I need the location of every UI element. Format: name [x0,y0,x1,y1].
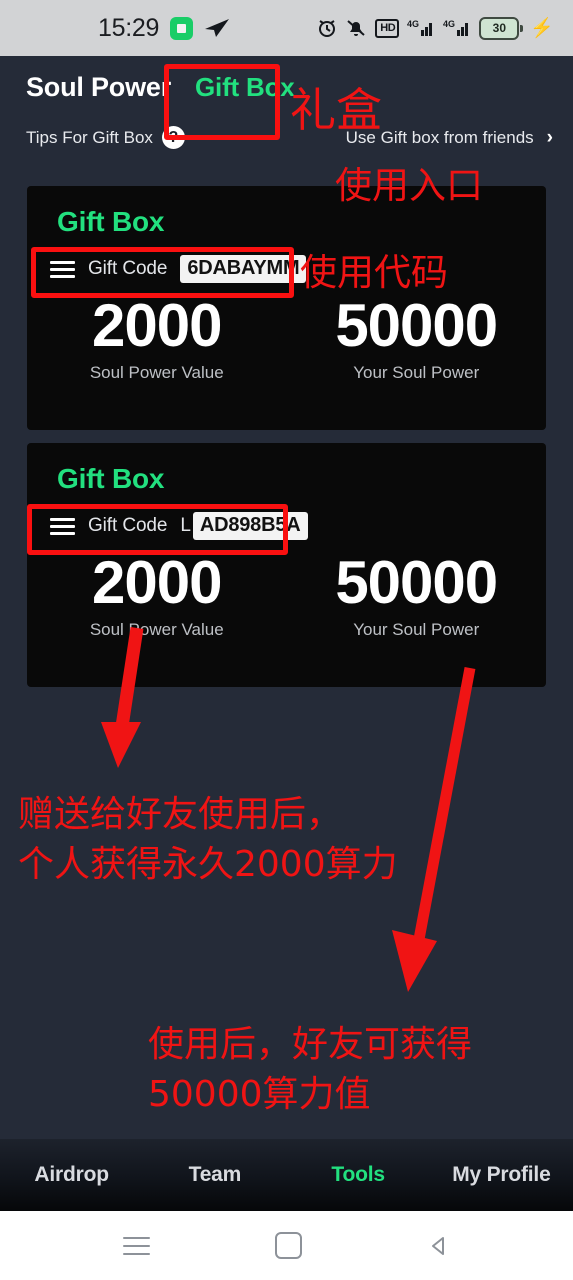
nav-item-team[interactable]: Team [143,1163,286,1187]
bell-muted-icon [345,18,367,38]
stat-label: Soul Power Value [89,363,224,382]
battery-level: 30 [492,21,506,35]
svg-text:4G: 4G [407,19,419,29]
app-header: Soul Power Gift Box Tips For Gift Box ? … [0,56,573,171]
annotation-arrow-right [392,666,476,992]
hd-label: HD [380,21,396,34]
page-title: Soul Power [26,72,172,102]
hd-icon: HD [375,18,400,38]
annotation-box-gift-box-tab [164,64,280,140]
annotation-note-left-line1: 赠送给好友使用后， [18,794,343,835]
annotation-note-right-line1: 使用后，好友可获得 [148,1024,473,1065]
status-bar: 15:29 HD 4G 4G 30 ⚡ [0,0,573,56]
card-stats: 2000 Soul Power Value 50000 Your Soul Po… [27,294,546,383]
gift-box-card[interactable]: Gift Box Gift Code 6DABAYMM 2000 Soul Po… [27,186,546,430]
card-title: Gift Box [57,206,165,237]
tips-for-gift-box[interactable]: Tips For Gift Box ? [26,126,185,149]
stat-your-soul-power: 50000 Your Soul Power [287,294,547,383]
annotation-box-gift-code-1 [31,247,294,298]
status-bar-right: HD 4G 4G 30 ⚡ [317,16,554,40]
annotation-note-right: 使用后，好友可获得 50000算力值 [148,1020,472,1119]
status-bar-left: 15:29 [98,14,230,43]
signal-4g-icon: 4G [407,18,435,38]
alarm-icon [317,18,337,38]
nav-item-tools[interactable]: Tools [287,1163,430,1187]
signal-4g-icon-2: 4G [443,18,471,38]
nav-item-my-profile[interactable]: My Profile [430,1163,573,1187]
stat-label: Soul Power Value [89,620,224,639]
stat-value: 50000 [335,292,498,359]
home-icon[interactable] [274,1232,302,1259]
stat-value: 2000 [92,549,222,616]
annotation-entry-label: 使用入口 [335,164,483,207]
annotation-use-code-label: 使用代码 [300,251,448,294]
stat-value: 50000 [335,549,498,616]
svg-text:4G: 4G [443,19,455,29]
gift-box-card[interactable]: Gift Box Gift Code L AD898B5A 2000 Soul … [27,443,546,687]
annotation-box-gift-code-2 [27,504,288,555]
bottom-nav: Airdrop Team Tools My Profile [0,1139,573,1211]
annotation-note-left: 赠送给好友使用后， 个人获得永久2000算力 [18,790,398,889]
back-icon[interactable] [427,1234,451,1258]
card-stats: 2000 Soul Power Value 50000 Your Soul Po… [27,551,546,640]
menu-icon[interactable] [122,1236,150,1255]
android-system-bar [0,1211,573,1280]
stat-label: Your Soul Power [353,620,480,639]
stat-soul-power-value: 2000 Soul Power Value [27,294,287,383]
tips-label: Tips For Gift Box [26,127,153,147]
stat-soul-power-value: 2000 Soul Power Value [27,551,287,640]
annotation-note-left-line2: 个人获得永久2000算力 [18,843,398,885]
stat-label: Your Soul Power [353,363,480,382]
green-app-icon [170,16,194,40]
charging-bolt-icon: ⚡ [530,17,554,39]
telegram-send-icon [204,18,230,38]
stat-value: 2000 [92,292,222,359]
annotation-gift-box-label: 礼盒 [290,83,382,137]
card-title: Gift Box [57,463,165,494]
battery-icon: 30 [479,16,524,40]
stat-your-soul-power: 50000 Your Soul Power [287,551,547,640]
phone-screen: 15:29 HD 4G 4G 30 ⚡ Soul Power Gift Box … [0,0,573,1280]
status-time: 15:29 [98,13,160,42]
annotation-note-right-line2: 50000算力值 [148,1073,371,1115]
nav-item-airdrop[interactable]: Airdrop [0,1163,143,1187]
chevron-right-icon: › [546,127,553,148]
